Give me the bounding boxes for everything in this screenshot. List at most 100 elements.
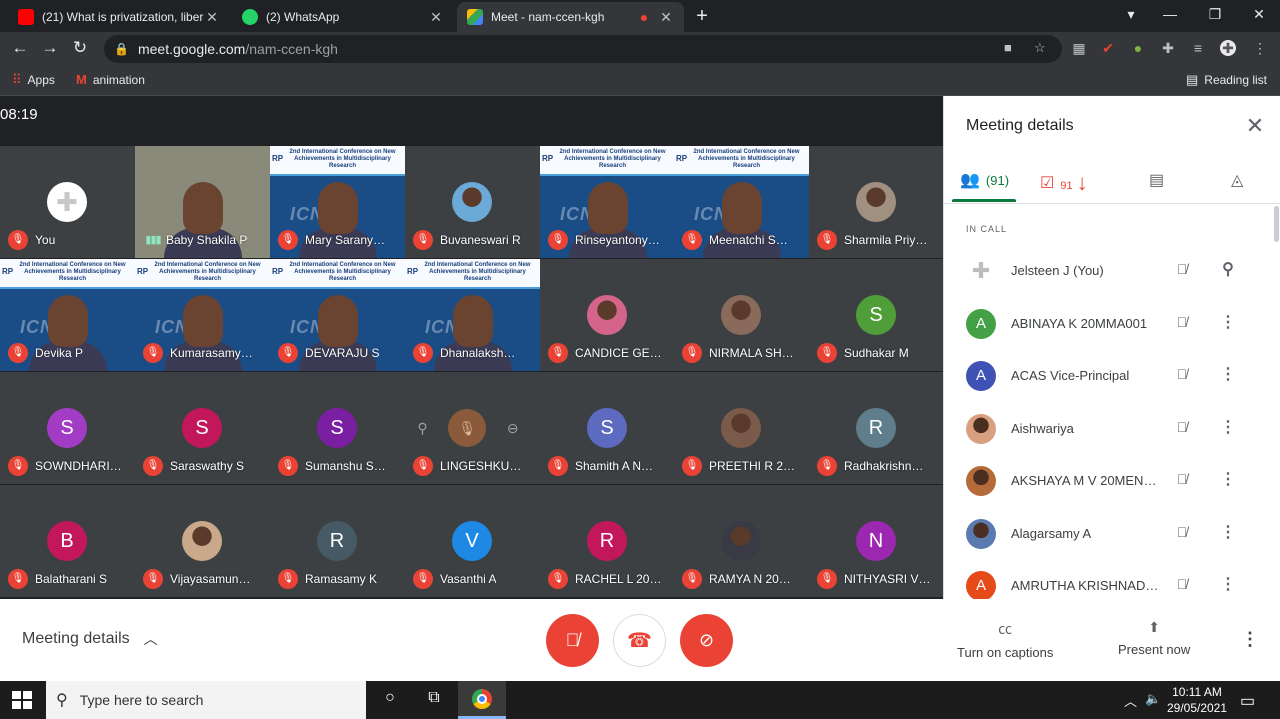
more-icon[interactable]: ⋮ [1218,522,1238,542]
remove-icon[interactable]: ⊖ [507,420,519,437]
participant-tile[interactable]: 🎙 Vijayasamun… [135,485,270,597]
participant-tile[interactable]: B 🎙 Balatharani S [0,485,135,597]
participant-tile[interactable]: 🎙 Buvaneswari R [405,146,540,258]
participant-name: You [35,233,56,247]
close-tab-icon[interactable]: ✕ [204,9,220,26]
pin-icon[interactable]: ⚲ [417,420,427,437]
mic-toggle-button[interactable]: 🎙̸ [546,614,599,667]
participant-tile[interactable]: R 🎙 RACHEL L 20… [540,485,675,597]
system-clock[interactable]: 10:11 AM 29/05/2021 [1166,684,1228,716]
notifications-icon[interactable]: ▭ [1240,691,1255,711]
participant-tile[interactable]: RP 2nd International Conference on New Ac… [540,146,675,258]
tab-youtube[interactable]: (21) What is privatization, liberaliz ✕ [8,2,230,32]
avatar-photo [966,466,996,496]
people-list-item[interactable]: A ABINAYA K 20MMA001 🎙̸ ⋮ [944,299,1280,351]
more-icon[interactable]: ⋮ [1218,417,1238,437]
tab-meet[interactable]: Meet - nam-ccen-kgh ● ✕ [457,2,684,32]
browser-menu-icon[interactable]: ⋮ [1252,40,1268,56]
participant-tile[interactable]: 🎙 CANDICE GE… [540,259,675,371]
participant-tile[interactable]: RP 2nd International Conference on New Ac… [405,259,540,371]
profile-avatar-icon[interactable]: ✚ [1220,40,1236,56]
participant-tile[interactable]: RP 2nd International Conference on New Ac… [674,146,809,258]
close-panel-icon[interactable]: ✕ [1244,113,1266,139]
avatar: A [966,308,996,339]
address-bar[interactable]: 🔒 meet.google.com /nam-ccen-kgh ■ ☆ [104,35,1062,63]
bookmark-apps[interactable]: ⠿ Apps [12,72,55,88]
more-icon[interactable]: ⋮ [1218,469,1238,489]
avatar: B [47,521,87,561]
participant-tile[interactable]: RP 2nd International Conference on New Ac… [270,259,405,371]
more-icon[interactable]: ⋮ [1218,364,1238,384]
cortana-icon[interactable]: ○ [378,689,402,707]
bookmark-animation[interactable]: M animation [76,72,145,87]
tab-activities[interactable]: ☑ 91 ↓ [1040,170,1088,196]
participant-tile[interactable]: S 🎙 Sumanshu S… [270,372,405,484]
people-list-item[interactable]: ✚ Jelsteen J (You) 🎙̸ ⚲ [944,246,1280,298]
more-icon[interactable]: ⋮ [1218,312,1238,332]
participant-tile[interactable]: RP 2nd International Conference on New Ac… [135,259,270,371]
participant-tile[interactable]: ✚ 🎙 You [0,146,135,258]
participant-tile[interactable]: 🎙 RAMYA N 20… [674,485,809,597]
participant-tile[interactable]: R 🎙 Radhakrishn… [809,372,944,484]
participant-tile[interactable]: 🎙 Sharmila Priy… [809,146,944,258]
back-button[interactable]: ← [10,38,30,58]
people-list-item[interactable]: Aishwariya 🎙̸ ⋮ [944,404,1280,456]
minimize-button[interactable]: — [1160,6,1180,22]
forward-button[interactable]: → [40,38,60,58]
taskbar-search[interactable]: ⚲ Type here to search [46,681,366,719]
windows-start-icon[interactable] [12,691,32,709]
bookmark-star-icon[interactable]: ☆ [1034,40,1046,56]
participant-tile[interactable]: S 🎙 Shamith A N… [540,372,675,484]
chrome-taskbar-button[interactable] [458,681,506,719]
camera-toggle-button[interactable]: ⊘ [680,614,733,667]
more-icon[interactable]: ⋮ [1218,574,1238,594]
media-control-icon[interactable]: ≡ [1190,40,1206,56]
mute-participant-icon[interactable]: 🎙 [448,409,487,447]
people-list-item[interactable]: Alagarsamy A 🎙̸ ⋮ [944,509,1280,561]
camera-icon[interactable]: ■ [1004,40,1012,55]
extension-color-icon[interactable]: ● [1130,40,1146,56]
new-tab-button[interactable]: + [691,5,713,28]
participant-tile[interactable]: N 🎙 NITHYASRI V… [809,485,944,597]
extension-check-icon[interactable]: ✔ [1100,40,1116,56]
tab-chat[interactable]: ▤ [1149,170,1164,190]
participant-tile[interactable]: S 🎙 Saraswathy S [135,372,270,484]
participant-tile[interactable]: R 🎙 Ramasamy K [270,485,405,597]
people-list-item[interactable]: A AMRUTHA KRISHNADA… 🎙̸ ⋮ [944,561,1280,599]
reading-list-button[interactable]: ▤ Reading list [1186,72,1267,88]
participant-tile[interactable]: S 🎙 SOWNDHARI… [0,372,135,484]
participant-tile[interactable]: RP 2nd International Conference on New Ac… [270,146,405,258]
close-window-button[interactable]: ✕ [1249,6,1269,23]
people-list-item[interactable]: AKSHAYA M V 20MEN0… 🎙̸ ⋮ [944,456,1280,508]
tab-activities-shapes[interactable]: ◬ [1231,170,1243,190]
close-tab-icon[interactable]: ✕ [658,9,674,26]
tab-whatsapp[interactable]: (2) WhatsApp ✕ [232,2,454,32]
tray-chevron-icon[interactable]: ︿ [1124,691,1137,710]
extensions-puzzle-icon[interactable]: ✚ [1160,40,1176,56]
participant-tile[interactable]: 🎙 NIRMALA SH… [674,259,809,371]
participant-tile[interactable]: RP 2nd International Conference on New Ac… [0,259,135,371]
participant-tile[interactable]: ⚲ 🎙 ⊖ 🎙 LINGESHKU… [405,372,540,484]
participant-tile[interactable]: S 🎙 Sudhakar M [809,259,944,371]
panel-scrollbar[interactable] [1274,206,1279,242]
tab-search-icon[interactable]: ▾ [1121,6,1141,23]
participant-label: 🎙 Buvaneswari R [413,230,536,250]
participant-tile[interactable]: 🎙 PREETHI R 2… [674,372,809,484]
more-options-icon[interactable]: ⋮ [1240,629,1260,650]
extension-grid-icon[interactable]: ▦ [1071,40,1087,56]
participant-tile[interactable]: ▮▮▮ Baby Shakila P [135,146,270,258]
tab-people[interactable]: 👥 (91) [960,170,1009,190]
volume-icon[interactable]: 🔈 [1145,691,1161,707]
maximize-button[interactable]: ❐ [1205,6,1225,23]
participant-tile[interactable]: V 🎙 Vasanthi A [405,485,540,597]
present-button[interactable]: ⬆ Present now [1118,619,1190,657]
meeting-details-button[interactable]: Meeting details ︿ [22,629,158,649]
pin-icon[interactable]: ⚲ [1218,259,1238,279]
close-tab-icon[interactable]: ✕ [428,9,444,26]
people-list-item[interactable]: A ACAS Vice-Principal 🎙̸ ⋮ [944,351,1280,403]
task-view-icon[interactable]: ⧉ [422,689,446,707]
captions-button[interactable]: ㏄ Turn on captions [957,619,1053,660]
reload-button[interactable]: ↻ [70,38,90,58]
leave-call-button[interactable]: ☎ [613,614,666,667]
participant-name: Sudhakar M [844,346,909,360]
